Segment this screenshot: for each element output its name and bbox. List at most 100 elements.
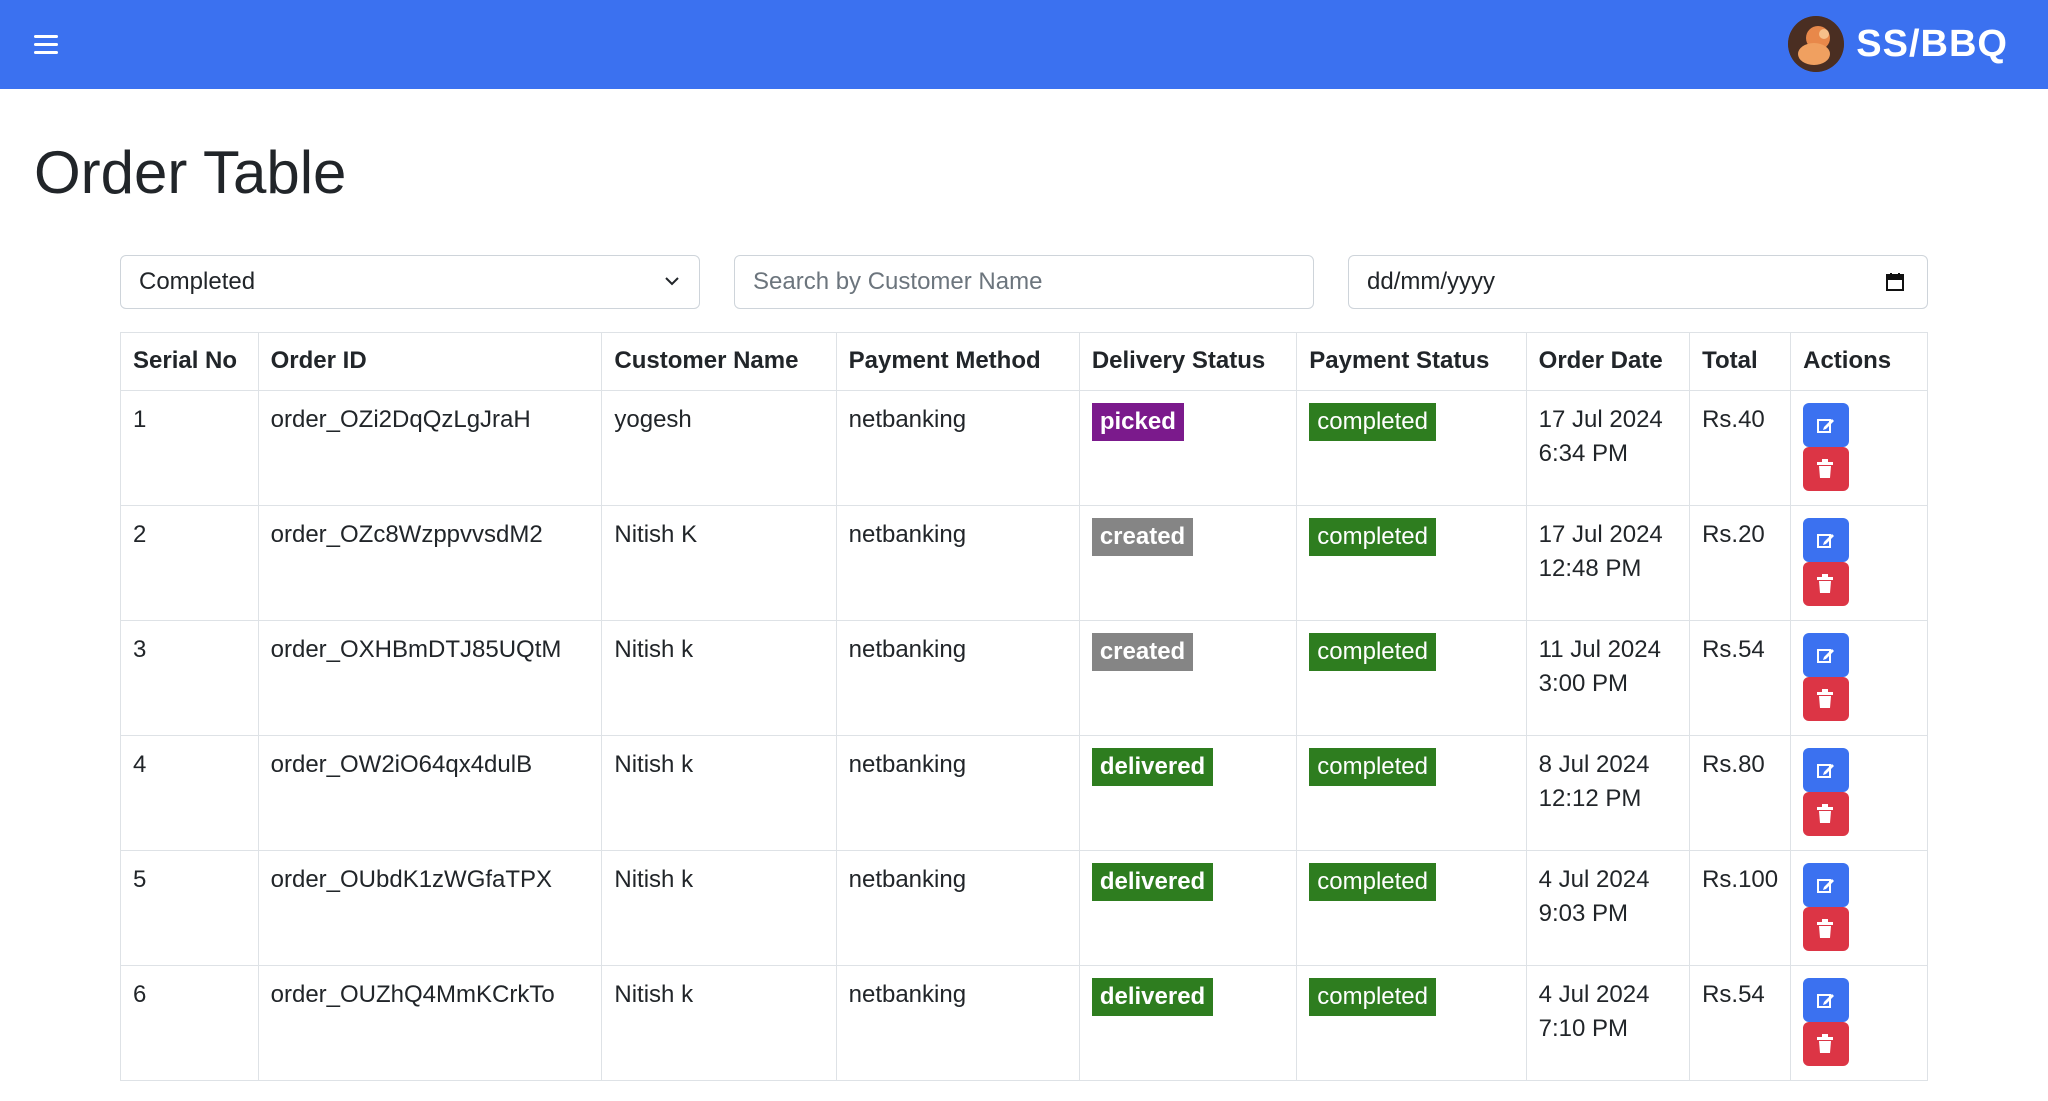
order-date: 8 Jul 2024: [1538, 751, 1650, 778]
page-title: Order Table: [34, 139, 347, 206]
order-date-input[interactable]: dd/mm/yyyy: [1348, 255, 1928, 309]
cell-payment-status: completed: [1296, 620, 1527, 736]
cell-order-id: order_OUbdK1zWGfaTPX: [257, 850, 603, 966]
header-total[interactable]: Total: [1689, 332, 1792, 391]
delivery-status-badge: created: [1091, 518, 1194, 556]
order-date: 4 Jul 2024: [1538, 981, 1650, 1008]
brand[interactable]: SS/BBQ: [1788, 14, 2008, 74]
cell-order-date: 11 Jul 2024 3:00 PM: [1525, 620, 1691, 736]
customer-search-input[interactable]: Search by Customer Name: [734, 255, 1314, 309]
cell-payment-status: completed: [1296, 850, 1527, 966]
table-row: 5 order_OUbdK1zWGfaTPX Nitish k netbanking d…: [120, 850, 1928, 966]
edit-button[interactable]: [1803, 633, 1850, 677]
cell-actions: [1790, 390, 1928, 506]
cell-customer: Nitish K: [601, 505, 837, 621]
delete-button[interactable]: [1803, 1022, 1850, 1066]
cell-payment-status: completed: [1296, 965, 1527, 1081]
cell-actions: [1790, 850, 1928, 966]
cell-payment-method: netbanking: [835, 390, 1080, 506]
cell-total: Rs.80: [1689, 735, 1792, 851]
header-order-id[interactable]: Order ID: [257, 332, 603, 391]
cell-serial: 3: [120, 620, 259, 736]
cell-delivery-status: created: [1078, 505, 1298, 621]
cell-order-id: order_OZi2DqQzLgJraH: [257, 390, 603, 506]
cell-order-date: 17 Jul 2024 6:34 PM: [1525, 390, 1691, 506]
payment-status-badge: completed: [1309, 748, 1436, 786]
cell-customer: Nitish k: [601, 850, 837, 966]
payment-status-badge: completed: [1309, 633, 1436, 671]
cell-actions: [1790, 620, 1928, 736]
header-payment-method[interactable]: Payment Method: [835, 332, 1080, 391]
order-time: 9:03 PM: [1538, 900, 1629, 927]
table-row: 4 order_OW2iO64qx4dulB Nitish k netbanking d…: [120, 735, 1928, 851]
cell-order-id: order_OZc8WzppvvsdM2: [257, 505, 603, 621]
delivery-status-badge: delivered: [1091, 748, 1214, 786]
cell-total: Rs.40: [1689, 390, 1792, 506]
table-row: 3 order_OXHBmDTJ85UQtM Nitish k netbanking c…: [120, 620, 1928, 736]
delete-button[interactable]: [1803, 562, 1850, 606]
header-delivery-status[interactable]: Delivery Status: [1078, 332, 1298, 391]
cell-delivery-status: created: [1078, 620, 1298, 736]
cell-total: Rs.20: [1689, 505, 1792, 621]
search-placeholder: Search by Customer Name: [753, 268, 1043, 295]
edit-button[interactable]: [1803, 748, 1850, 792]
cell-payment-method: netbanking: [835, 620, 1080, 736]
cell-delivery-status: delivered: [1078, 965, 1298, 1081]
header-payment-status[interactable]: Payment Status: [1296, 332, 1527, 391]
cell-customer: Nitish k: [601, 620, 837, 736]
cell-payment-status: completed: [1296, 735, 1527, 851]
cell-order-date: 17 Jul 2024 12:48 PM: [1525, 505, 1691, 621]
table-header-row: Serial No Order ID Customer Name Payment…: [120, 332, 1928, 391]
edit-button[interactable]: [1803, 863, 1850, 907]
cell-actions: [1790, 735, 1928, 851]
payment-status-badge: completed: [1309, 863, 1436, 901]
edit-button[interactable]: [1803, 403, 1850, 447]
menu-icon[interactable]: [34, 35, 58, 55]
edit-button[interactable]: [1803, 978, 1850, 1022]
cell-total: Rs.54: [1689, 620, 1792, 736]
delivery-status-badge: delivered: [1091, 978, 1214, 1016]
cell-delivery-status: delivered: [1078, 735, 1298, 851]
header-serial-no[interactable]: Serial No: [120, 332, 259, 391]
delivery-status-badge: delivered: [1091, 863, 1214, 901]
cell-order-id: order_OW2iO64qx4dulB: [257, 735, 603, 851]
top-navbar: SS/BBQ: [0, 0, 2048, 89]
orders-table: Serial No Order ID Customer Name Payment…: [120, 332, 1928, 1081]
delete-button[interactable]: [1803, 907, 1850, 951]
chevron-down-icon: [665, 277, 679, 286]
calendar-icon[interactable]: [1885, 272, 1905, 292]
cell-actions: [1790, 965, 1928, 1081]
cell-order-date: 4 Jul 2024 7:10 PM: [1525, 965, 1691, 1081]
cell-payment-status: completed: [1296, 505, 1527, 621]
cell-serial: 1: [120, 390, 259, 506]
payment-status-badge: completed: [1309, 403, 1436, 441]
status-filter-value: Completed: [139, 268, 256, 295]
cell-total: Rs.100: [1689, 850, 1792, 966]
table-row: 6 order_OUZhQ4MmKCrkTo Nitish k netbanking d…: [120, 965, 1928, 1081]
cell-serial: 6: [120, 965, 259, 1081]
brand-logo: [1788, 16, 1845, 72]
delete-button[interactable]: [1803, 677, 1850, 721]
cell-customer: Nitish k: [601, 735, 837, 851]
order-time: 12:12 PM: [1538, 785, 1642, 812]
header-actions: Actions: [1790, 332, 1928, 391]
header-customer-name[interactable]: Customer Name: [601, 332, 837, 391]
payment-status-badge: completed: [1309, 518, 1436, 556]
cell-serial: 4: [120, 735, 259, 851]
cell-payment-status: completed: [1296, 390, 1527, 506]
delete-button[interactable]: [1803, 447, 1850, 491]
edit-button[interactable]: [1803, 518, 1850, 562]
order-time: 12:48 PM: [1538, 555, 1642, 582]
cell-serial: 2: [120, 505, 259, 621]
delivery-status-badge: picked: [1091, 403, 1184, 441]
status-filter-select[interactable]: Completed: [120, 255, 700, 309]
date-placeholder: dd/mm/yyyy: [1367, 268, 1496, 295]
cell-payment-method: netbanking: [835, 735, 1080, 851]
cell-serial: 5: [120, 850, 259, 966]
filter-bar: Completed Search by Customer Name dd/mm/…: [120, 255, 1928, 309]
cell-payment-method: netbanking: [835, 505, 1080, 621]
delete-button[interactable]: [1803, 792, 1850, 836]
header-order-date[interactable]: Order Date: [1525, 332, 1691, 391]
order-time: 6:34 PM: [1538, 440, 1629, 467]
cell-delivery-status: delivered: [1078, 850, 1298, 966]
